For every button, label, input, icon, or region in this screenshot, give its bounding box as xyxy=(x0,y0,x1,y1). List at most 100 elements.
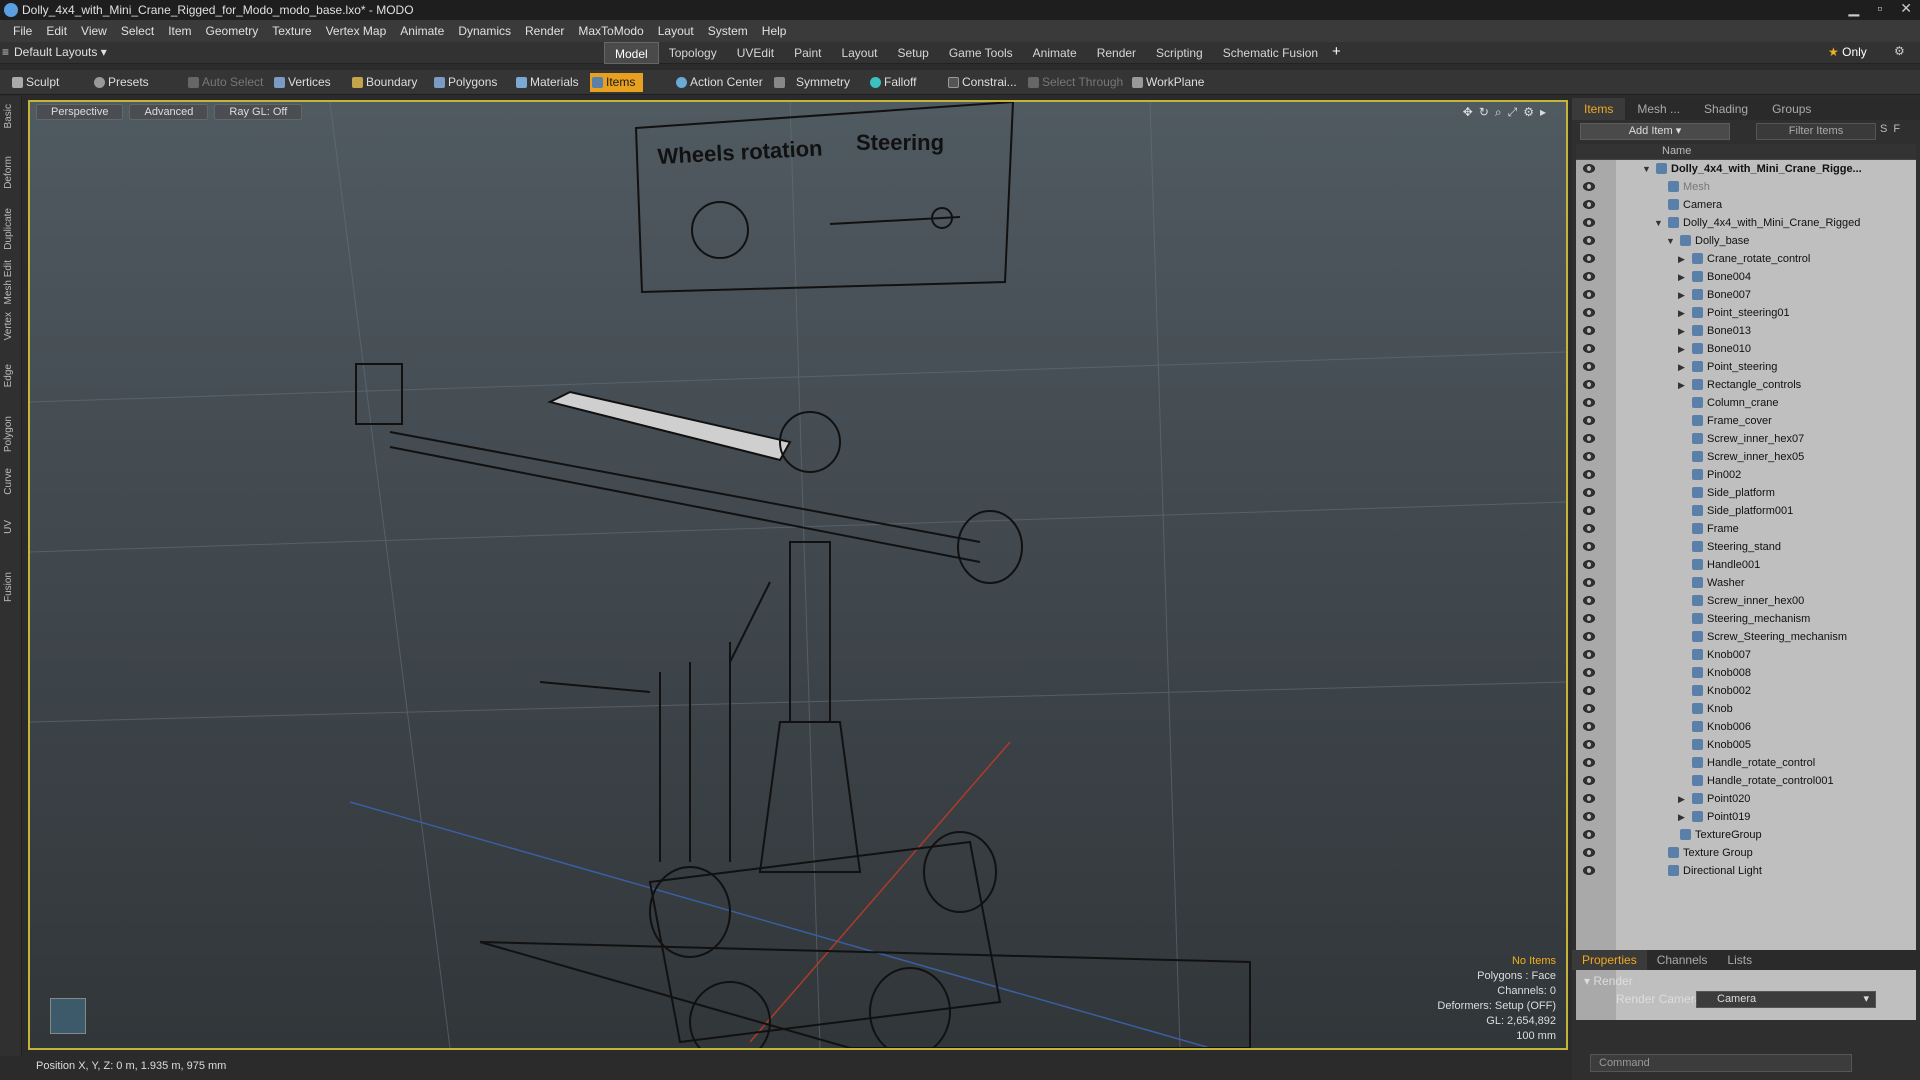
eye-icon[interactable] xyxy=(1583,164,1595,173)
eye-icon[interactable] xyxy=(1583,704,1595,713)
eye-icon[interactable] xyxy=(1583,866,1595,875)
default-layouts-dropdown[interactable]: Default Layouts ▾ xyxy=(14,45,107,59)
panel-tab-1[interactable]: Mesh ... xyxy=(1625,98,1692,120)
menu-edit[interactable]: Edit xyxy=(39,24,74,38)
left-tab-polygon[interactable]: Polygon xyxy=(3,416,14,452)
eye-icon[interactable] xyxy=(1583,776,1595,785)
tree-row[interactable]: Screw_inner_hex07 xyxy=(1576,430,1916,448)
menu-render[interactable]: Render xyxy=(518,24,571,38)
eye-icon[interactable] xyxy=(1583,362,1595,371)
chevron-down-icon[interactable]: ▼ xyxy=(1654,214,1663,232)
tree-row[interactable]: Frame xyxy=(1576,520,1916,538)
menu-file[interactable]: File xyxy=(6,24,39,38)
menu-vertex-map[interactable]: Vertex Map xyxy=(319,24,394,38)
3d-viewport[interactable]: Perspective Advanced Ray GL: Off ✥↻⌕⤢⚙▸ … xyxy=(28,100,1568,1050)
chevron-right-icon[interactable]: ▶ xyxy=(1678,250,1685,268)
eye-icon[interactable] xyxy=(1583,506,1595,515)
tree-row[interactable]: ▶ Point019 xyxy=(1576,808,1916,826)
render-section[interactable]: ▾ Render xyxy=(1584,974,1633,988)
gear-icon[interactable]: ⚙ xyxy=(1894,44,1905,58)
tab-uvedit[interactable]: UVEdit xyxy=(727,42,784,64)
eye-icon[interactable] xyxy=(1583,542,1595,551)
menu-animate[interactable]: Animate xyxy=(393,24,451,38)
items-panel-icons[interactable]: SF xyxy=(1880,123,1906,135)
tree-row[interactable]: ▼ Dolly_4x4_with_Mini_Crane_Rigged xyxy=(1576,214,1916,232)
tree-row[interactable]: Knob006 xyxy=(1576,718,1916,736)
eye-icon[interactable] xyxy=(1583,398,1595,407)
eye-icon[interactable] xyxy=(1583,272,1595,281)
only-toggle[interactable]: ★ Only xyxy=(1816,45,1879,59)
eye-icon[interactable] xyxy=(1583,632,1595,641)
menu-maxtomodo[interactable]: MaxToModo xyxy=(571,24,650,38)
menu-layout[interactable]: Layout xyxy=(651,24,701,38)
menu-system[interactable]: System xyxy=(701,24,755,38)
tab-topology[interactable]: Topology xyxy=(659,42,727,64)
add-tab-icon[interactable]: + xyxy=(1332,43,1341,60)
left-tab-basic[interactable]: Basic xyxy=(3,104,14,128)
menu-help[interactable]: Help xyxy=(755,24,794,38)
menu-texture[interactable]: Texture xyxy=(265,24,318,38)
prop-tab-lists[interactable]: Lists xyxy=(1717,950,1762,970)
eye-icon[interactable] xyxy=(1583,794,1595,803)
tree-row[interactable]: ▶ Point020 xyxy=(1576,790,1916,808)
chevron-right-icon[interactable]: ▶ xyxy=(1678,358,1685,376)
tree-row[interactable]: Washer xyxy=(1576,574,1916,592)
filter-items-input[interactable]: Filter Items xyxy=(1756,123,1876,140)
eye-icon[interactable] xyxy=(1583,488,1595,497)
tree-row[interactable]: Steering_mechanism xyxy=(1576,610,1916,628)
eye-icon[interactable] xyxy=(1583,758,1595,767)
eye-icon[interactable] xyxy=(1583,524,1595,533)
tree-row[interactable]: ▶ Bone013 xyxy=(1576,322,1916,340)
sculpt-button[interactable]: Sculpt xyxy=(10,73,59,92)
eye-icon[interactable] xyxy=(1583,470,1595,479)
tree-row[interactable]: Texture Group xyxy=(1576,844,1916,862)
eye-icon[interactable] xyxy=(1583,452,1595,461)
falloff-button[interactable]: Falloff xyxy=(868,73,916,92)
menu-select[interactable]: Select xyxy=(114,24,161,38)
tree-row[interactable]: ▶ Bone007 xyxy=(1576,286,1916,304)
menu-dynamics[interactable]: Dynamics xyxy=(451,24,518,38)
command-input[interactable]: Command xyxy=(1590,1054,1852,1072)
eye-icon[interactable] xyxy=(1583,236,1595,245)
tree-row[interactable]: Pin002 xyxy=(1576,466,1916,484)
tree-row[interactable]: ▼ Dolly_4x4_with_Mini_Crane_Rigge... xyxy=(1576,160,1916,178)
chevron-right-icon[interactable]: ▶ xyxy=(1678,304,1685,322)
eye-icon[interactable] xyxy=(1583,218,1595,227)
eye-icon[interactable] xyxy=(1583,812,1595,821)
eye-icon[interactable] xyxy=(1583,254,1595,263)
left-tab-edge[interactable]: Edge xyxy=(3,364,14,387)
tree-row[interactable]: Camera xyxy=(1576,196,1916,214)
auto-select-button[interactable]: Auto Select xyxy=(186,73,263,92)
left-tab-fusion[interactable]: Fusion xyxy=(3,572,14,602)
close-icon[interactable]: ✕ xyxy=(1900,0,1912,17)
tab-schematic-fusion[interactable]: Schematic Fusion xyxy=(1213,42,1328,64)
tree-row[interactable]: ▼ Dolly_base xyxy=(1576,232,1916,250)
tree-row[interactable]: Screw_Steering_mechanism xyxy=(1576,628,1916,646)
tree-row[interactable]: Handle_rotate_control xyxy=(1576,754,1916,772)
tree-row[interactable]: ▶ Rectangle_controls xyxy=(1576,376,1916,394)
tree-row[interactable]: ▶ Bone010 xyxy=(1576,340,1916,358)
eye-icon[interactable] xyxy=(1583,290,1595,299)
eye-icon[interactable] xyxy=(1583,326,1595,335)
panel-tab-3[interactable]: Groups xyxy=(1760,98,1823,120)
add-item-button[interactable]: Add Item ▾ xyxy=(1580,123,1730,140)
workplane-button[interactable]: WorkPlane xyxy=(1130,73,1204,92)
materials-button[interactable]: Materials xyxy=(514,73,579,92)
eye-icon[interactable] xyxy=(1583,740,1595,749)
tree-row[interactable]: Column_crane xyxy=(1576,394,1916,412)
chevron-right-icon[interactable]: ▶ xyxy=(1678,808,1685,826)
chevron-down-icon[interactable]: ▼ xyxy=(1666,232,1675,250)
eye-icon[interactable] xyxy=(1583,182,1595,191)
chevron-right-icon[interactable]: ▶ xyxy=(1678,340,1685,358)
tab-setup[interactable]: Setup xyxy=(887,42,938,64)
panel-tab-2[interactable]: Shading xyxy=(1692,98,1760,120)
left-tab-uv[interactable]: UV xyxy=(3,520,14,534)
eye-icon[interactable] xyxy=(1583,308,1595,317)
prop-tab-properties[interactable]: Properties xyxy=(1572,950,1647,970)
tree-row[interactable]: Side_platform001 xyxy=(1576,502,1916,520)
left-tab-vertex[interactable]: Vertex xyxy=(3,312,14,340)
menu-view[interactable]: View xyxy=(74,24,114,38)
panel-tab-0[interactable]: Items xyxy=(1572,98,1626,120)
eye-icon[interactable] xyxy=(1583,686,1595,695)
tree-row[interactable]: ▶ Point_steering01 xyxy=(1576,304,1916,322)
